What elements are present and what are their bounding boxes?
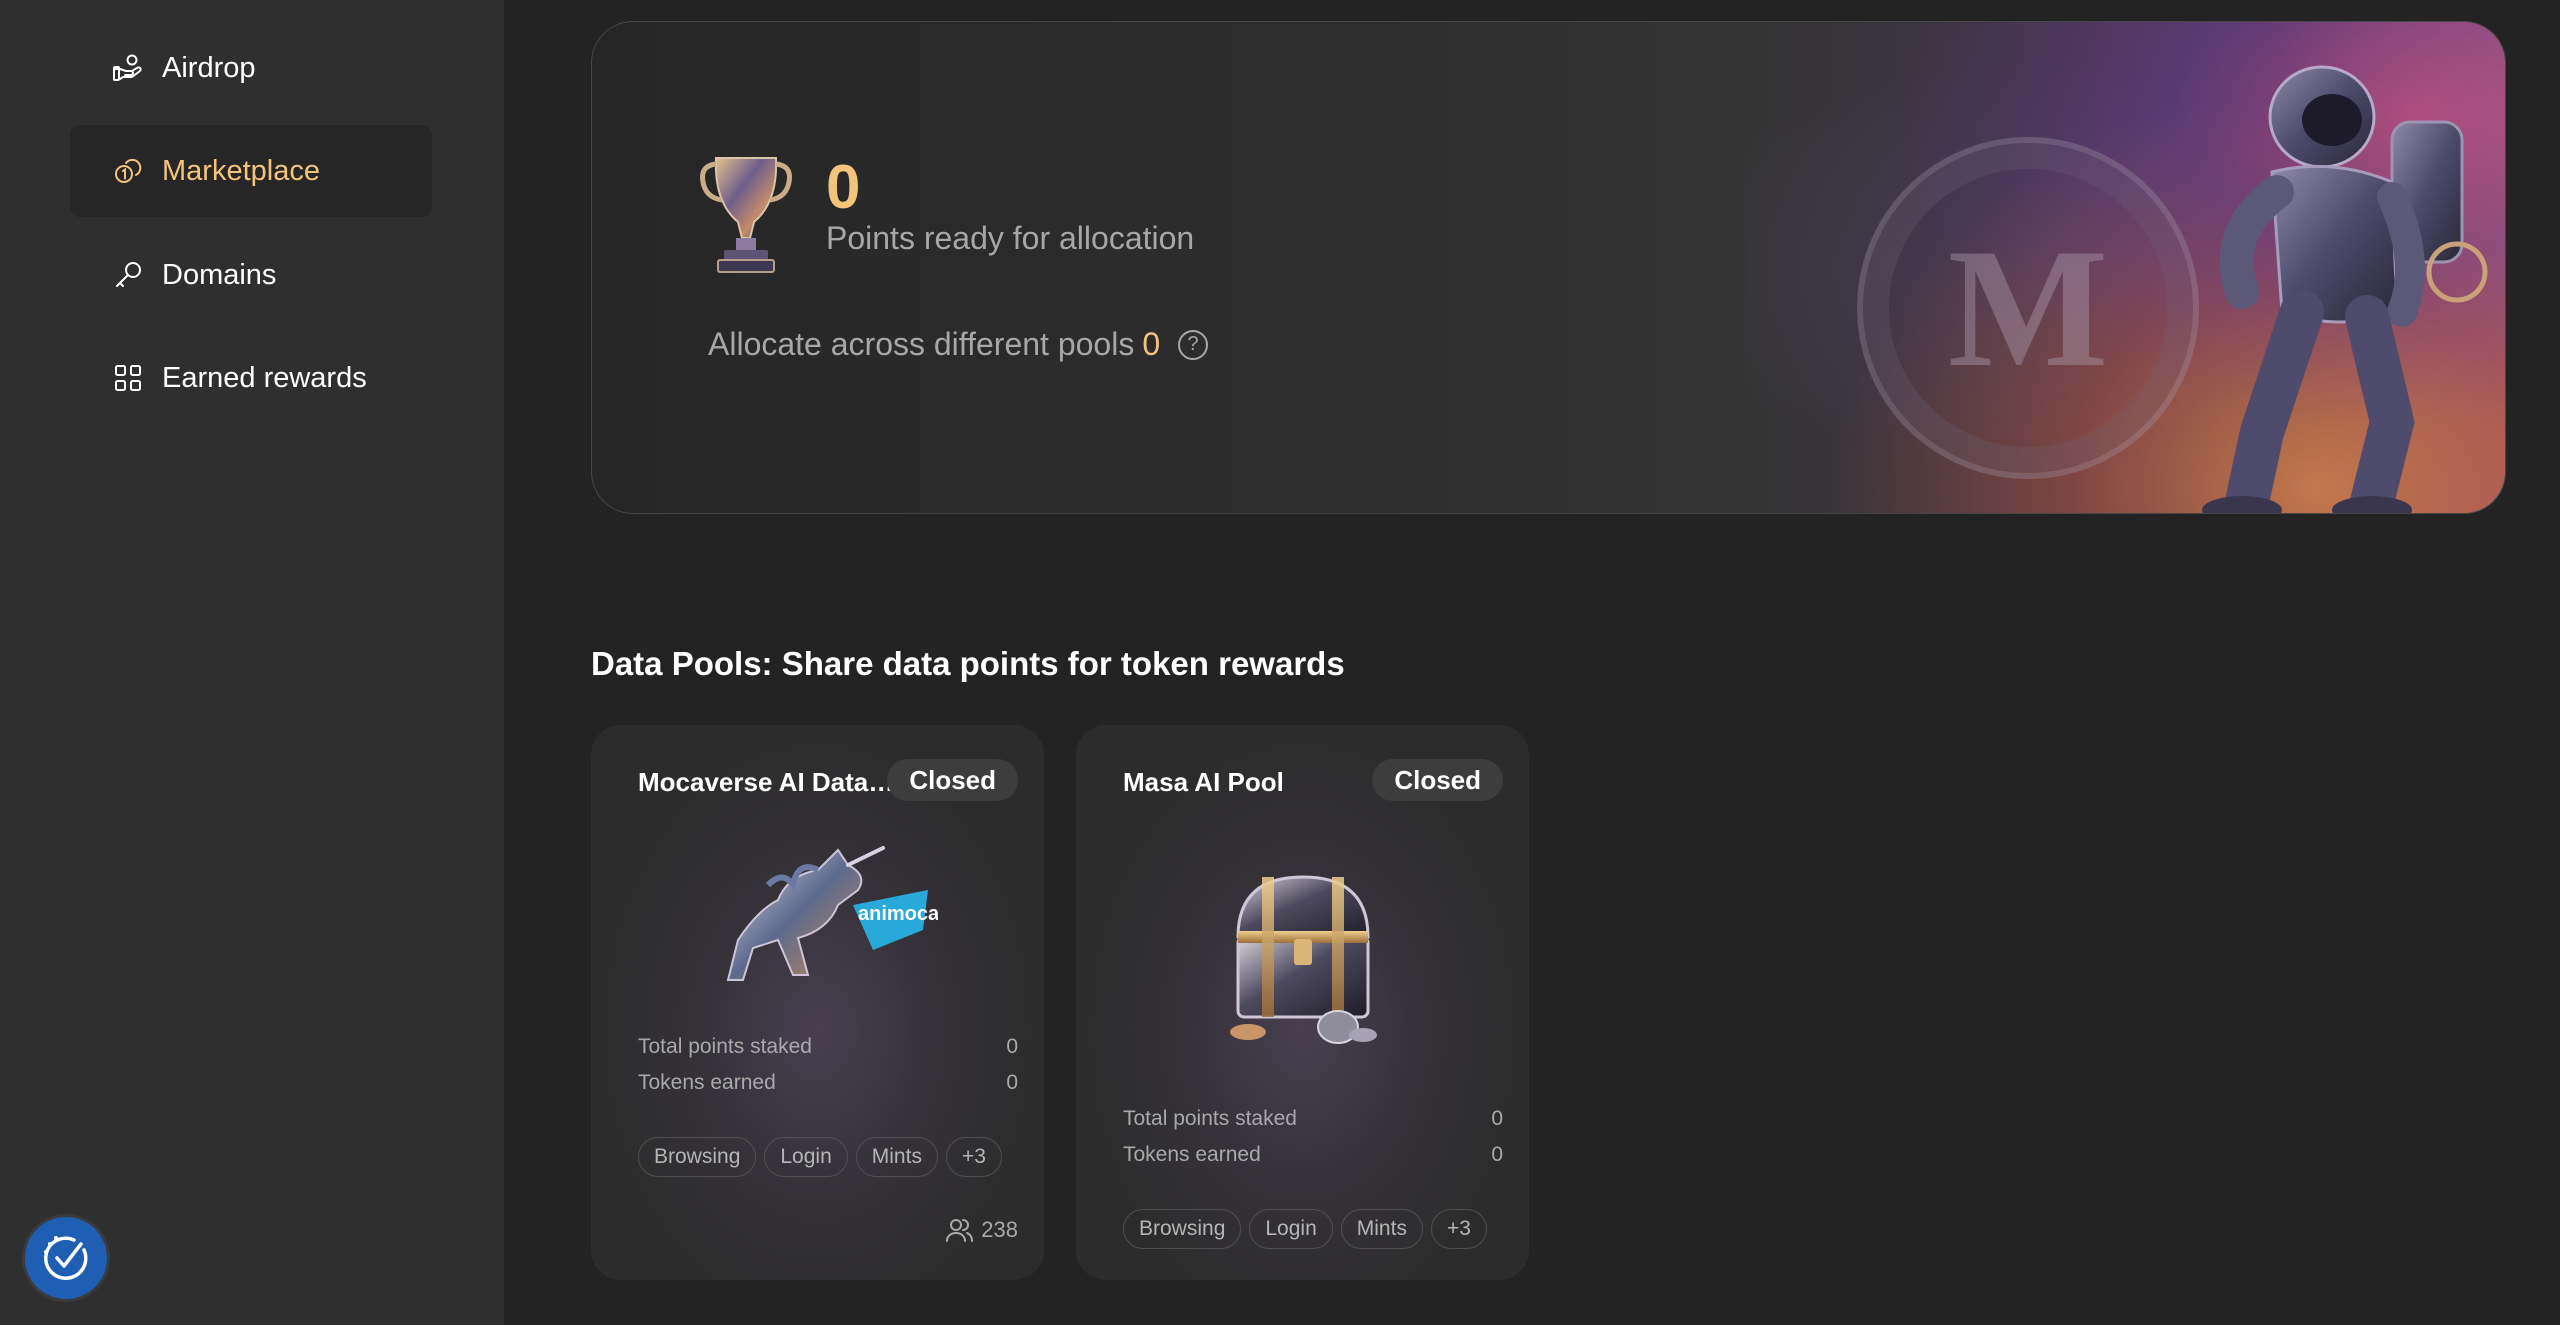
total-points-value: 0 <box>1491 1107 1503 1130</box>
total-points-label: Total points staked <box>1123 1107 1297 1130</box>
tag-mints: Mints <box>1340 1209 1423 1249</box>
tag-browsing: Browsing <box>1123 1209 1242 1249</box>
coins-icon <box>112 155 144 187</box>
tag-login: Login <box>1249 1209 1333 1249</box>
sidebar-item-label: Marketplace <box>162 154 320 187</box>
tokens-earned-value: 0 <box>1491 1143 1503 1166</box>
status-badge: Closed <box>1372 759 1503 801</box>
pool-card-mocaverse[interactable]: Mocaverse AI Data Pool Closed animoca BR… <box>591 725 1044 1280</box>
tokens-earned-label: Tokens earned <box>638 1071 776 1094</box>
trophy-icon <box>700 157 792 273</box>
tag-list: Browsing Login Mints +3 <box>638 1137 1002 1177</box>
data-pools-title: Data Pools: Share data points for token … <box>591 645 1345 682</box>
sidebar-item-label: Airdrop <box>162 51 256 84</box>
tokens-earned-row: Tokens earned 0 <box>1123 1143 1503 1167</box>
key-icon <box>112 259 144 291</box>
allocate-row: Allocate across different pools 0 ? <box>708 326 1209 363</box>
allocate-label: Allocate across different pools <box>708 326 1135 362</box>
sidebar-item-label: Domains <box>162 258 277 291</box>
total-points-row: Total points staked 0 <box>638 1035 1018 1059</box>
sidebar: Airdrop Marketplace Domains Earned rewar… <box>0 0 504 1325</box>
unicorn-animoca-brands-image: animoca BRANDS <box>726 846 938 981</box>
sidebar-item-earned-rewards[interactable]: Earned rewards <box>70 332 432 424</box>
points-hero-banner: M 0 Points ready for allocation Allocate… <box>591 21 2506 514</box>
sidebar-item-marketplace[interactable]: Marketplace <box>70 125 432 217</box>
tag-list: Browsing Login Mints +3 <box>1123 1209 1487 1249</box>
tokens-earned-value: 0 <box>1006 1071 1018 1094</box>
tag-browsing: Browsing <box>638 1137 757 1177</box>
treasure-chest-image <box>1229 875 1377 1044</box>
tag-more[interactable]: +3 <box>945 1137 1002 1177</box>
check-badge-icon <box>44 1236 88 1280</box>
astronaut-image <box>2202 65 2488 513</box>
sidebar-item-airdrop[interactable]: Airdrop <box>70 22 432 114</box>
total-points-value: 0 <box>1006 1035 1018 1058</box>
sidebar-item-domains[interactable]: Domains <box>70 229 432 321</box>
participants-value: 238 <box>981 1217 1018 1242</box>
tokens-earned-row: Tokens earned 0 <box>638 1071 1018 1095</box>
pool-card-title: Mocaverse AI Data Pool <box>638 767 900 797</box>
points-label: Points ready for allocation <box>826 220 1195 256</box>
sidebar-item-label: Earned rewards <box>162 361 367 394</box>
points-value: 0 <box>826 153 861 222</box>
total-points-row: Total points staked 0 <box>1123 1107 1503 1131</box>
animoca-brands-logo-text: animoca BRANDS <box>858 903 938 925</box>
status-badge: Closed <box>887 759 1018 801</box>
verification-badge-button[interactable] <box>25 1217 107 1299</box>
hand-coin-icon <box>112 52 144 84</box>
allocate-value: 0 <box>1142 326 1161 362</box>
help-icon[interactable]: ? <box>1178 329 1209 360</box>
users-icon <box>946 1219 974 1242</box>
tag-mints: Mints <box>855 1137 938 1177</box>
tokens-earned-label: Tokens earned <box>1123 1143 1261 1166</box>
total-points-label: Total points staked <box>638 1035 812 1058</box>
participants-count: 238 <box>945 1216 1018 1244</box>
pool-card-masa[interactable]: Masa AI Pool Closed Total points staked … <box>1076 725 1529 1280</box>
grid-icon <box>112 362 144 394</box>
tag-more[interactable]: +3 <box>1430 1209 1487 1249</box>
tag-login: Login <box>764 1137 848 1177</box>
pool-card-title: Masa AI Pool <box>1123 767 1284 797</box>
